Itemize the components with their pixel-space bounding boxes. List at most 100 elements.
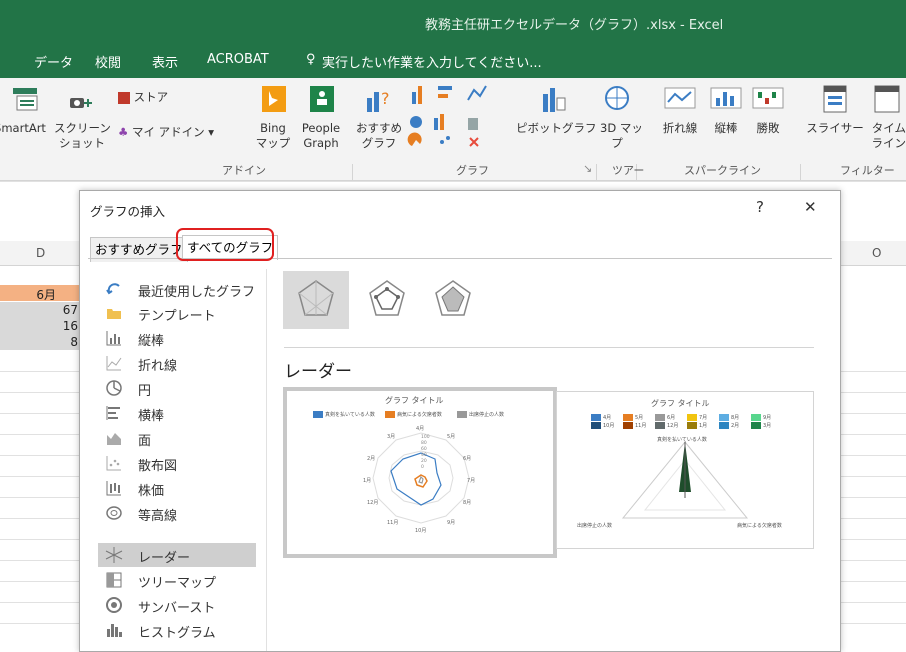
tab-review[interactable]: 校閲: [95, 52, 121, 71]
category-area[interactable]: 面: [98, 426, 256, 450]
preview1-tick-80: 80: [421, 441, 427, 446]
cell-d2: 67: [62, 303, 78, 317]
group-tours: ツアー: [612, 164, 645, 177]
pivot-chart-button[interactable]: ピボットグラフ: [516, 84, 597, 136]
category-line[interactable]: 折れ線: [98, 351, 256, 375]
subtype-filled-radar[interactable]: [420, 271, 486, 329]
charts-dialog-launcher-icon[interactable]: ↘: [583, 162, 592, 175]
preview1-tick-20: 20: [421, 459, 427, 464]
tab-acrobat[interactable]: ACROBAT: [207, 52, 269, 67]
subtype-radar-markers[interactable]: [354, 271, 420, 329]
sparkline-column-button[interactable]: 縦棒: [706, 84, 746, 136]
category-sunburst[interactable]: サンバースト: [98, 593, 256, 617]
screenshot-button[interactable]: スクリーン ショット: [54, 84, 111, 151]
close-button[interactable]: ✕: [804, 198, 817, 216]
preview2-legend-6: 6月: [655, 414, 675, 421]
recent-chart-icon: [106, 283, 120, 295]
preview1-month-7: 7月: [467, 478, 476, 484]
preview2-axis-3: 病気による欠席者数: [737, 523, 782, 529]
preview1-title: グラフ タイトル: [385, 396, 444, 405]
preview1-tick-0: 0: [421, 465, 424, 470]
preview2-legend-11: 11月: [623, 422, 646, 429]
group-sparklines: スパークライン: [684, 164, 761, 177]
title-bar: 教務主任研エクセルデータ（グラフ）.xlsx - Excel: [0, 0, 906, 40]
tab-data[interactable]: データ: [34, 52, 73, 71]
preview2-legend-5: 5月: [623, 414, 643, 421]
people-graph-button[interactable]: People Graph: [298, 84, 344, 151]
chart-preview-1[interactable]: グラフ タイトル 真剣を払いている人数 病気による欠席者数 出席停止の人数 4月…: [283, 387, 557, 558]
preview1-month-8: 8月: [463, 500, 472, 506]
subtype-radar[interactable]: [283, 271, 349, 329]
preview1-month-4: 4月: [416, 426, 425, 432]
column-header-d[interactable]: D: [36, 246, 45, 260]
bing-icon: [262, 86, 286, 112]
category-surface[interactable]: 等高線: [98, 501, 256, 525]
preview2-legend-12: 12月: [655, 422, 678, 429]
scatter-chart-icon: [106, 456, 121, 471]
sparkline-line-icon: [664, 87, 696, 109]
chart-type-heading: レーダー: [284, 362, 352, 382]
chart-preview-2[interactable]: グラフ タイトル 4月 5月 6月 7月 8月 9月 10月 11月 12月 1…: [556, 391, 814, 549]
preview1-tick-60: 60: [421, 447, 427, 452]
cell-d3: 16: [62, 319, 78, 333]
tell-me-box[interactable]: 実行したい作業を入力してください...: [322, 52, 542, 71]
category-templates[interactable]: テンプレート: [98, 301, 256, 325]
sparkline-winloss-button[interactable]: 勝敗: [748, 84, 788, 136]
filled-radar-icon: [435, 280, 471, 316]
area-chart-icon: [107, 433, 121, 445]
category-radar[interactable]: レーダー: [98, 543, 256, 567]
pie-chart-icon: [106, 380, 122, 396]
category-histogram[interactable]: ヒストグラム: [98, 618, 256, 642]
category-pie[interactable]: 円: [98, 376, 256, 400]
dialog-title: グラフの挿入: [90, 204, 166, 219]
category-scatter[interactable]: 散布図: [98, 451, 256, 475]
my-addins-button[interactable]: ♣ マイ アドイン ▾: [118, 125, 214, 140]
smartart-button[interactable]: SmartArt: [0, 84, 52, 136]
sparkline-line-button[interactable]: 折れ線: [660, 84, 700, 136]
preview2-legend-1: 1月: [687, 422, 707, 429]
tab-view[interactable]: 表示: [152, 52, 178, 71]
preview1-month-10: 10月: [415, 528, 427, 534]
3d-map-button[interactable]: 3D マッ プ: [600, 84, 643, 151]
category-column[interactable]: 縦棒: [98, 326, 256, 350]
timeline-button[interactable]: タイム ライン: [866, 84, 906, 151]
group-charts: グラフ: [456, 164, 489, 177]
chart-type-gallery[interactable]: [404, 82, 514, 154]
pane-divider: [266, 269, 267, 651]
chart-types-icon: [407, 85, 487, 147]
category-treemap[interactable]: ツリーマップ: [98, 568, 256, 592]
cell-d1: 6月: [36, 288, 56, 302]
pivot-chart-icon: [543, 88, 566, 112]
recommended-chart-icon: ?: [367, 89, 390, 112]
category-stock[interactable]: 株価: [98, 476, 256, 500]
bing-maps-button[interactable]: Bing マップ: [254, 84, 292, 151]
globe-icon: [605, 86, 629, 110]
bar-chart-icon: [106, 406, 120, 420]
slicer-icon: [823, 85, 847, 113]
preview1-tick-40: 40: [421, 453, 427, 458]
preview2-legend-3: 3月: [751, 422, 771, 429]
preview1-month-1: 1月: [363, 478, 372, 484]
help-button[interactable]: ?: [756, 198, 764, 216]
preview2-legend-10: 10月: [591, 422, 614, 429]
category-bar[interactable]: 横棒: [98, 401, 256, 425]
timeline-icon: [874, 85, 900, 113]
preview1-month-11: 11月: [387, 520, 399, 526]
column-header-o[interactable]: O: [872, 246, 881, 260]
preview1-tick-100: 100: [421, 435, 430, 440]
preview2-axis-1: 真剣を払いている人数: [657, 437, 707, 443]
smartart-icon: [13, 88, 38, 111]
recommended-charts-button[interactable]: ? おすすめ グラフ: [356, 84, 402, 151]
preview2-legend-4: 4月: [591, 414, 611, 421]
section-divider: [284, 347, 814, 348]
camera-icon: [70, 98, 92, 108]
store-button[interactable]: ストア: [118, 90, 168, 105]
slicer-button[interactable]: スライサー: [806, 84, 864, 136]
preview1-month-6: 6月: [463, 456, 472, 462]
radar-chart-icon: [105, 547, 123, 563]
treemap-chart-icon: [106, 572, 122, 588]
preview1-month-5: 5月: [447, 434, 456, 440]
preview2-axis-2: 出席停止の人数: [577, 523, 613, 529]
category-recent[interactable]: 最近使用したグラフ: [98, 277, 256, 301]
histogram-chart-icon: [107, 624, 122, 637]
